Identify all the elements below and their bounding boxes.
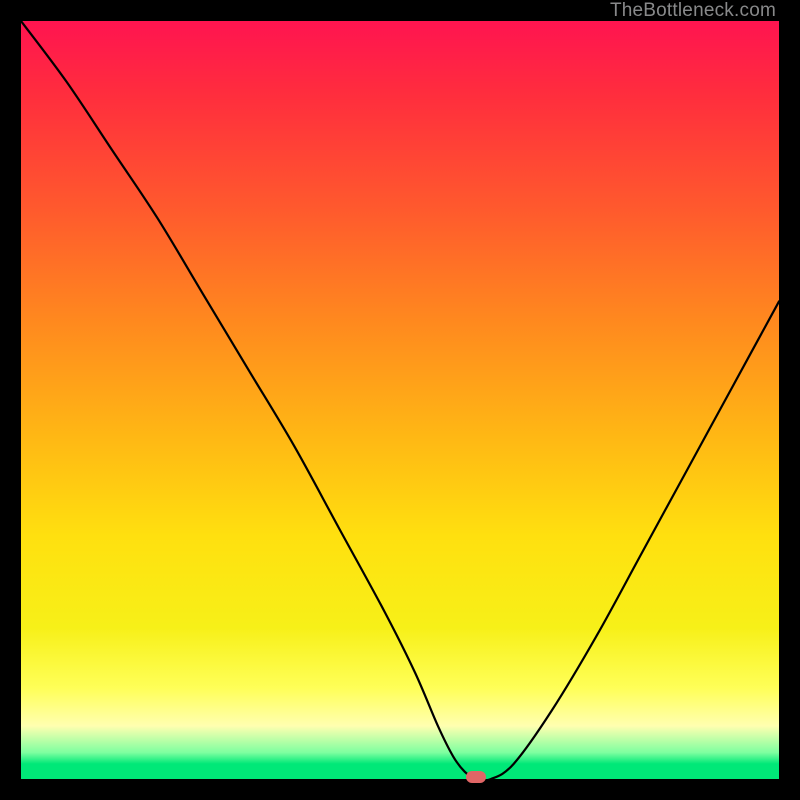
optimal-point-marker bbox=[466, 771, 486, 783]
plot-area bbox=[21, 21, 779, 779]
bottleneck-curve bbox=[21, 21, 779, 779]
watermark-text: TheBottleneck.com bbox=[610, 0, 776, 22]
chart-frame: TheBottleneck.com bbox=[0, 0, 800, 800]
